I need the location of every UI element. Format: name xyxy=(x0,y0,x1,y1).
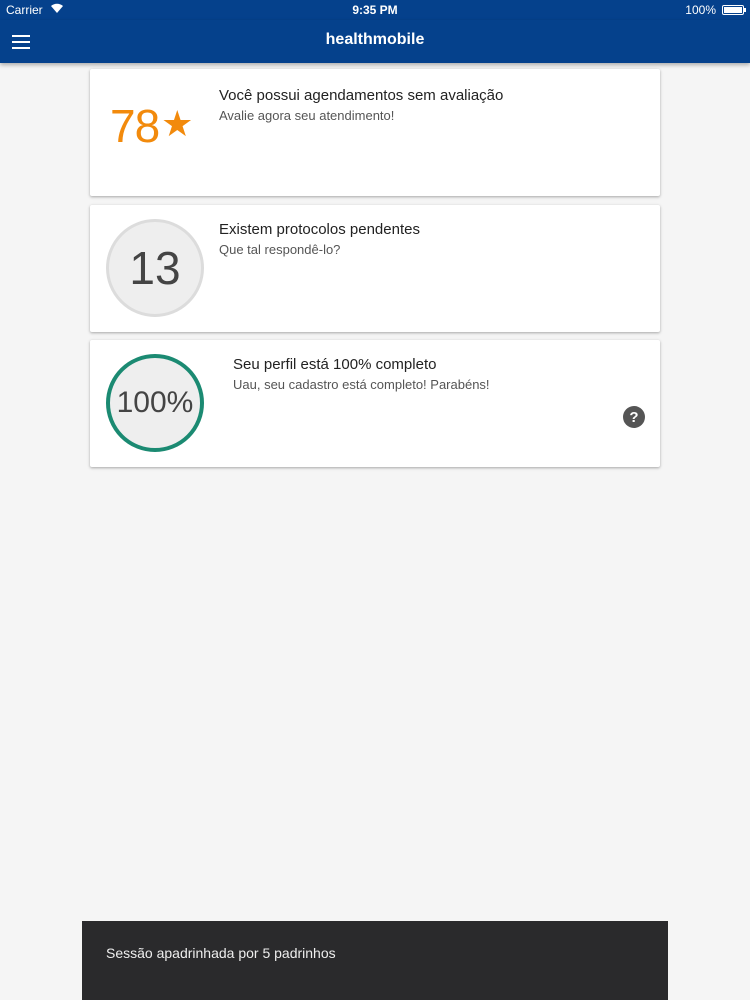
rating-score: 78★ xyxy=(110,99,193,153)
snackbar-message: Sessão apadrinhada por 5 padrinhos xyxy=(106,945,336,961)
protocols-card[interactable]: 13 Existem protocolos pendentes Que tal … xyxy=(90,205,660,332)
rating-value: 78 xyxy=(110,100,160,152)
profile-card-title: Seu perfil está 100% completo xyxy=(233,356,437,373)
help-icon[interactable]: ? xyxy=(623,406,645,428)
app-bar: healthmobile xyxy=(0,20,750,63)
app-title: healthmobile xyxy=(325,31,425,48)
pending-count-circle: 13 xyxy=(106,219,204,317)
rating-card[interactable]: 78★ Você possui agendamentos sem avaliaç… xyxy=(90,69,660,196)
profile-percent: 100% xyxy=(116,386,194,419)
status-time: 9:35 PM xyxy=(352,3,398,17)
battery-icon xyxy=(722,5,746,15)
protocols-card-subtitle: Que tal respondê-lo? xyxy=(219,242,341,257)
star-icon: ★ xyxy=(161,103,193,144)
profile-progress-ring: 100% xyxy=(106,354,204,452)
rating-card-subtitle: Avalie agora seu atendimento! xyxy=(219,108,395,123)
profile-card[interactable]: 100% Seu perfil está 100% completo Uau, … xyxy=(90,340,660,467)
snackbar: Sessão apadrinhada por 5 padrinhos xyxy=(82,921,668,1000)
profile-card-subtitle: Uau, seu cadastro está completo! Parabén… xyxy=(233,377,490,392)
status-bar: Carrier 9:35 PM 100% xyxy=(0,0,750,20)
rating-card-title: Você possui agendamentos sem avaliação xyxy=(219,87,504,104)
protocols-card-title: Existem protocolos pendentes xyxy=(219,221,420,238)
pending-count: 13 xyxy=(129,242,181,294)
battery-percent: 100% xyxy=(685,3,716,17)
